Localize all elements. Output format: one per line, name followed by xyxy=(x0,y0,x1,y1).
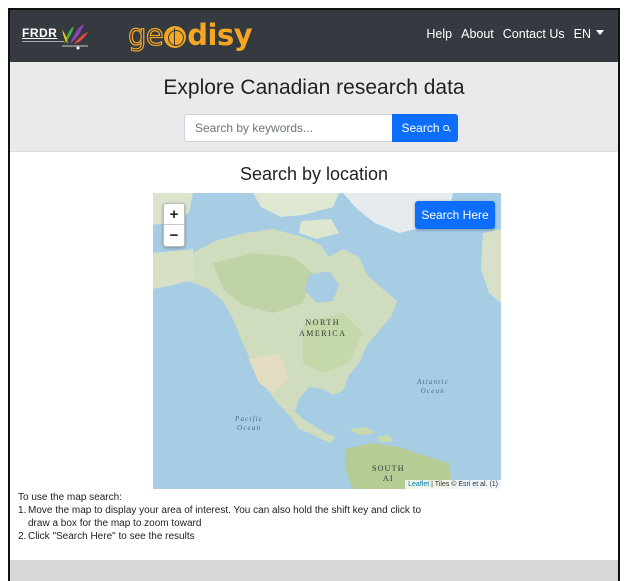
nav-help-link[interactable]: Help xyxy=(426,27,452,41)
map-label-pacific-ocean: Pacific Ocean xyxy=(235,415,264,432)
instruction-step: 2. Click "Search Here" to see the result… xyxy=(18,530,438,543)
hero-search-section: Explore Canadian research data Search xyxy=(10,62,618,152)
app-frame: FRDR ge disy Help About Contact Us EN Ex… xyxy=(8,8,620,581)
search-icon xyxy=(442,125,449,131)
logo-geo-text: ge xyxy=(127,17,164,52)
language-label: EN xyxy=(573,27,591,41)
hero-title: Explore Canadian research data xyxy=(163,76,465,99)
keyword-search-button[interactable]: Search xyxy=(392,114,458,142)
top-navbar: FRDR ge disy Help About Contact Us EN xyxy=(10,10,618,62)
frdr-logo-text: FRDR xyxy=(22,26,58,40)
instruction-step-text: Click "Search Here" to see the results xyxy=(28,531,195,542)
location-map[interactable]: + − Search Here NORTH AMERICA Atlantic O… xyxy=(153,193,501,489)
attribution-text: | Tiles © Esri et al. (1) xyxy=(429,481,498,488)
map-basemap xyxy=(153,193,501,489)
search-button-label: Search xyxy=(401,121,440,135)
search-here-button[interactable]: Search Here xyxy=(415,201,495,229)
page-footer xyxy=(10,560,618,581)
instruction-step-number: 2. xyxy=(18,531,27,542)
logo-disy-text: disy xyxy=(187,18,253,52)
zoom-out-button[interactable]: − xyxy=(164,225,184,246)
map-zoom-control: + − xyxy=(163,203,185,247)
map-attribution: Leaflet | Tiles © Esri et al. (1) xyxy=(405,480,501,489)
location-section-title: Search by location xyxy=(239,164,389,184)
zoom-in-button[interactable]: + xyxy=(164,204,184,225)
geodisy-logo[interactable]: ge disy xyxy=(127,17,253,52)
map-search-instructions: To use the map search: 1. Move the map t… xyxy=(18,491,438,543)
keyword-search-bar: Search xyxy=(184,114,458,142)
globe-icon xyxy=(164,26,187,48)
leaflet-link[interactable]: Leaflet xyxy=(408,481,429,488)
nav-contact-link[interactable]: Contact Us xyxy=(503,27,565,41)
instructions-intro: To use the map search: xyxy=(18,492,122,503)
instruction-step-text: Move the map to display your area of int… xyxy=(28,505,422,529)
frdr-logo[interactable]: FRDR xyxy=(20,22,90,50)
nav-about-link[interactable]: About xyxy=(461,27,494,41)
frdr-leaf-icon xyxy=(62,24,88,50)
frdr-underline xyxy=(22,41,64,42)
nav-links: Help About Contact Us EN xyxy=(426,27,604,41)
map-label-south-america: SOUTH AI xyxy=(372,464,405,483)
keyword-search-input[interactable] xyxy=(184,114,392,142)
caret-down-icon xyxy=(596,30,604,36)
map-label-north-america: NORTH AMERICA xyxy=(299,318,347,338)
instruction-step: 1. Move the map to display your area of … xyxy=(18,504,438,530)
map-label-atlantic-ocean: Atlantic Ocean xyxy=(417,378,449,395)
language-dropdown[interactable]: EN xyxy=(574,27,604,41)
instruction-step-number: 1. xyxy=(18,505,27,516)
